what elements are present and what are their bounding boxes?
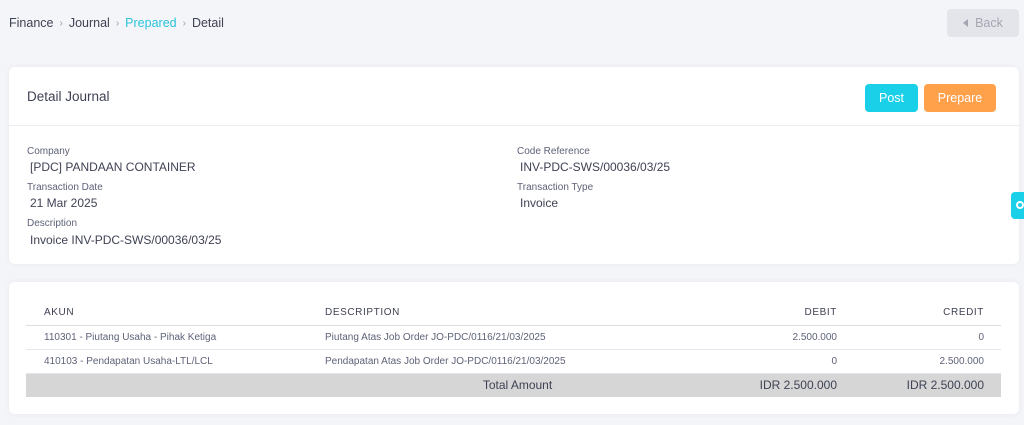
caret-left-icon (963, 19, 969, 27)
header-credit: CREDIT (854, 301, 1001, 326)
top-bar: Finance › Journal › Prepared › Detail Ba… (0, 0, 1024, 46)
breadcrumb-separator: › (59, 17, 63, 29)
transaction-date-value: 21 Mar 2025 (30, 196, 98, 210)
total-credit: IDR 2.500.000 (854, 373, 1001, 397)
table-header-row: AKUN DESCRIPTION DEBIT CREDIT (26, 301, 1001, 326)
code-reference-value: INV-PDC-SWS/00036/03/25 (520, 160, 671, 174)
breadcrumb-separator: › (182, 17, 186, 29)
journal-entries-card: AKUN DESCRIPTION DEBIT CREDIT 110301 - P… (9, 282, 1019, 414)
cell-akun: 410103 - Pendapatan Usaha-LTL/LCL (26, 349, 307, 374)
company-label: Company (27, 146, 70, 157)
journal-table: AKUN DESCRIPTION DEBIT CREDIT 110301 - P… (26, 301, 1001, 397)
breadcrumb-prepared[interactable]: Prepared (125, 16, 176, 30)
detail-journal-card: Detail Journal Post Prepare Company [PDC… (9, 67, 1019, 264)
total-debit: IDR 2.500.000 (728, 373, 854, 397)
table-row: 410103 - Pendapatan Usaha-LTL/LCL Pendap… (26, 349, 1001, 374)
cell-description: Pendapatan Atas Job Order JO-PDC/0116/21… (307, 349, 728, 374)
breadcrumb-separator: › (115, 17, 120, 29)
total-amount-label: Total Amount (307, 373, 728, 397)
cell-credit: 2.500.000 (854, 349, 1001, 374)
description-value: Invoice INV-PDC-SWS/00036/03/25 (30, 233, 222, 247)
cell-description: Piutang Atas Job Order JO-PDC/0116/21/03… (307, 325, 728, 350)
breadcrumb: Finance › Journal › Prepared › Detail (9, 16, 224, 30)
back-button[interactable]: Back (947, 9, 1019, 37)
card-header: Detail Journal Post Prepare (9, 67, 1019, 126)
prepare-button[interactable]: Prepare (924, 84, 996, 112)
cell-credit: 0 (854, 325, 1001, 350)
cell-debit: 0 (728, 349, 854, 374)
code-reference-label: Code Reference (517, 146, 590, 157)
breadcrumb-detail: Detail (191, 16, 224, 30)
transaction-type-label: Transaction Type (517, 182, 594, 193)
description-label: Description (27, 218, 78, 229)
gear-icon (1016, 201, 1024, 209)
card-title: Detail Journal (27, 89, 110, 104)
transaction-type-value: Invoice (520, 196, 559, 210)
header-description: DESCRIPTION (307, 301, 728, 326)
post-button[interactable]: Post (865, 84, 918, 112)
table-row: 110301 - Piutang Usaha - Pihak Ketiga Pi… (26, 325, 1001, 350)
transaction-date-label: Transaction Date (27, 182, 103, 193)
header-debit: DEBIT (728, 301, 854, 326)
breadcrumb-finance[interactable]: Finance (9, 16, 53, 30)
back-button-label: Back (975, 16, 1003, 30)
company-value: [PDC] PANDAAN CONTAINER (30, 160, 196, 174)
total-row: Total Amount IDR 2.500.000 IDR 2.500.000 (26, 373, 1001, 397)
total-spacer (26, 373, 307, 397)
breadcrumb-journal[interactable]: Journal (69, 16, 110, 30)
cell-akun: 110301 - Piutang Usaha - Pihak Ketiga (26, 325, 307, 350)
header-akun: AKUN (26, 301, 307, 326)
settings-side-tab[interactable] (1011, 192, 1024, 219)
cell-debit: 2.500.000 (728, 325, 854, 350)
